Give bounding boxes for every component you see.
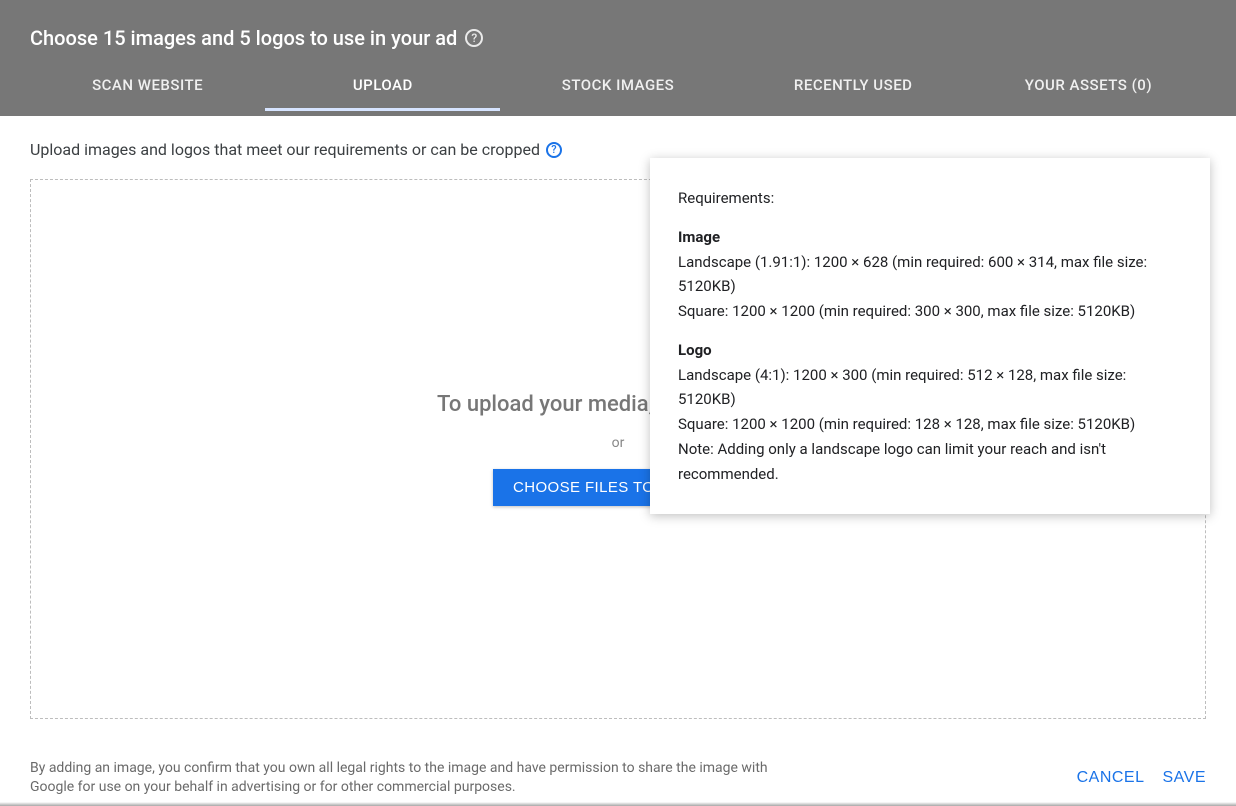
tooltip-image-square: Square: 1200 × 1200 (min required: 300 ×… (678, 299, 1182, 324)
dialog-title: Choose 15 images and 5 logos to use in y… (30, 26, 457, 50)
tooltip-logo-body: Landscape (4:1): 1200 × 300 (min require… (678, 363, 1182, 487)
bottom-shadow (0, 802, 1236, 806)
tooltip-logo-landscape: Landscape (4:1): 1200 × 300 (min require… (678, 363, 1182, 413)
tab-label: YOUR ASSETS (0) (1025, 76, 1152, 94)
dropzone-or: or (612, 435, 625, 451)
tooltip-requirements-label: Requirements: (678, 186, 1182, 211)
tab-label: SCAN WEBSITE (92, 76, 203, 94)
instruction-text: Upload images and logos that meet our re… (30, 140, 540, 159)
tab-your-assets[interactable]: YOUR ASSETS (0) (971, 76, 1206, 111)
save-button[interactable]: SAVE (1163, 769, 1207, 787)
tab-label: UPLOAD (353, 76, 413, 94)
header-title-row: Choose 15 images and 5 logos to use in y… (30, 26, 1206, 50)
dialog-footer: By adding an image, you confirm that you… (0, 759, 1236, 798)
tab-upload[interactable]: UPLOAD (265, 76, 500, 111)
footer-actions: CANCEL SAVE (1077, 769, 1206, 787)
tooltip-image-body: Landscape (1.91:1): 1200 × 628 (min requ… (678, 250, 1182, 324)
tab-stock-images[interactable]: STOCK IMAGES (500, 76, 735, 111)
help-icon[interactable]: ? (465, 29, 483, 47)
tooltip-image-landscape: Landscape (1.91:1): 1200 × 628 (min requ… (678, 250, 1182, 300)
tab-label: RECENTLY USED (794, 76, 913, 94)
tabs: SCAN WEBSITE UPLOAD STOCK IMAGES RECENTL… (30, 76, 1206, 111)
dialog-header: Choose 15 images and 5 logos to use in y… (0, 0, 1236, 116)
tab-scan-website[interactable]: SCAN WEBSITE (30, 76, 265, 111)
instruction-row: Upload images and logos that meet our re… (30, 140, 1206, 159)
tooltip-logo-note: Note: Adding only a landscape logo can l… (678, 437, 1182, 487)
cancel-button[interactable]: CANCEL (1077, 769, 1145, 787)
tab-label: STOCK IMAGES (562, 76, 674, 94)
tab-recently-used[interactable]: RECENTLY USED (736, 76, 971, 111)
requirements-tooltip: Requirements: Image Landscape (1.91:1): … (650, 158, 1210, 514)
tooltip-logo-square: Square: 1200 × 1200 (min required: 128 ×… (678, 412, 1182, 437)
tooltip-image-title: Image (678, 225, 1182, 250)
requirements-help-icon[interactable]: ? (546, 142, 562, 158)
tooltip-logo-title: Logo (678, 338, 1182, 363)
footer-disclaimer: By adding an image, you confirm that you… (30, 759, 790, 798)
